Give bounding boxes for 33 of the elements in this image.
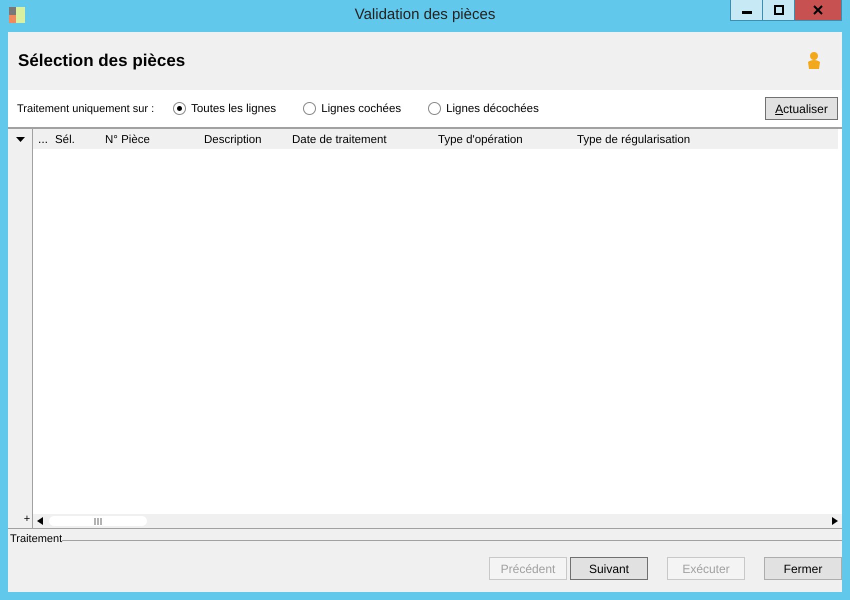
scroll-right-icon[interactable] — [832, 517, 838, 525]
column-chooser[interactable]: ... — [38, 132, 55, 146]
refresh-button[interactable]: Actualiser — [765, 97, 838, 120]
app-icon — [8, 6, 26, 24]
add-row-button[interactable]: + — [24, 513, 30, 527]
radio-label[interactable]: Lignes décochées — [446, 102, 539, 114]
radio-button[interactable] — [428, 102, 442, 115]
caret-icon[interactable] — [16, 137, 24, 143]
column-header[interactable]: Type de régularisation — [577, 134, 690, 146]
window-title: Validation des pièces — [354, 6, 496, 23]
radio-button[interactable] — [303, 102, 316, 115]
page-title: Sélection des pièces — [18, 51, 186, 71]
close-button[interactable] — [794, 0, 842, 21]
horizontal-scrollbar[interactable] — [33, 514, 842, 528]
close-icon — [813, 5, 823, 15]
filter-label: Traitement uniquement sur : — [17, 102, 154, 114]
action-button[interactable]: Fermer — [764, 557, 842, 580]
minimize-button[interactable] — [730, 0, 763, 21]
column-header[interactable]: N° Pièce — [105, 134, 150, 146]
radio-label[interactable]: Lignes cochées — [321, 102, 402, 114]
column-header[interactable]: Sél. — [55, 134, 75, 146]
radio-button[interactable] — [173, 102, 186, 115]
grip-icon — [94, 518, 102, 524]
column-header[interactable]: Date de traitement — [292, 134, 387, 146]
column-header[interactable]: Description — [204, 134, 262, 146]
radio-label[interactable]: Toutes les lignes — [191, 102, 276, 114]
maximize-icon — [774, 5, 784, 15]
action-button[interactable]: Suivant — [570, 557, 648, 580]
scroll-left-icon[interactable] — [37, 517, 43, 525]
person-icon — [806, 51, 822, 71]
group-title: Traitement — [10, 533, 62, 545]
maximize-button[interactable] — [762, 0, 795, 21]
column-header[interactable]: Type d'opération — [438, 134, 523, 146]
